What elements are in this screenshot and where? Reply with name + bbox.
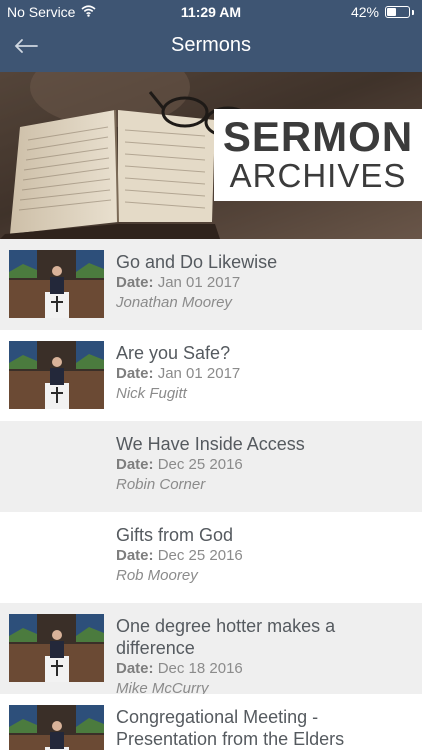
sermon-row[interactable]: We Have Inside Access Date: Dec 25 2016 Ro…: [0, 421, 422, 512]
status-bar: No Service 11:29 AM 42%: [0, 0, 422, 24]
sermon-row[interactable]: Are you Safe? Date: Jan 01 2017 Nick Fugit…: [0, 330, 422, 421]
sermon-thumbnail: [9, 705, 104, 750]
sermon-date: Date: Dec 18 2016: [116, 660, 243, 677]
sermon-speaker: Jonathan Moorey: [116, 294, 232, 311]
banner-title: SERMON: [222, 113, 414, 160]
sermon-date: Date: Dec 25 2016: [116, 547, 243, 564]
sermon-date: Date: Jan 01 2017: [116, 365, 241, 382]
sermon-speaker: Rob Moorey: [116, 567, 198, 584]
sermon-date: Date: Jan 01 2017: [116, 274, 241, 291]
sermon-date: Date: Dec 25 2016: [116, 456, 243, 473]
banner-label: SERMON ARCHIVES: [214, 109, 422, 201]
page-title: Sermons: [170, 34, 252, 56]
sermon-archives-banner: SERMON ARCHIVES: [0, 72, 422, 239]
sermon-speaker: Robin Corner: [116, 476, 206, 493]
sermon-list: Go and Do Likewise Date: Jan 01 2017 Jonat…: [0, 239, 422, 750]
battery-indicator: 42%: [351, 4, 414, 20]
battery-percent: 42%: [350, 4, 379, 20]
app-header: No Service 11:29 AM 42% Sermons: [0, 0, 422, 72]
sermon-title: We Have Inside Access: [116, 434, 305, 454]
sermon-row[interactable]: Congregational Meeting - Presentation fr…: [0, 694, 422, 750]
sermon-row[interactable]: Go and Do Likewise Date: Jan 01 2017 Jonat…: [0, 239, 422, 330]
sermon-row[interactable]: One degree hotter makes a difference Date…: [0, 603, 422, 697]
sermon-title: Are you Safe?: [116, 343, 231, 363]
sermon-title: Congregational Meeting - Presentation fr…: [116, 707, 345, 749]
sermon-title: One degree hotter makes a difference: [116, 616, 336, 658]
sermon-title: Go and Do Likewise: [116, 252, 278, 272]
battery-icon: [385, 6, 410, 18]
sermon-speaker: Nick Fugitt: [116, 385, 187, 402]
navigation-bar: Sermons: [0, 24, 422, 72]
sermon-row[interactable]: Gifts from God Date: Dec 25 2016 Rob Moore…: [0, 512, 422, 603]
sermon-thumbnail: [9, 341, 104, 409]
banner-subtitle: ARCHIVES: [229, 157, 407, 194]
sermon-thumbnail: [9, 614, 104, 682]
sermon-title: Gifts from God: [116, 525, 234, 545]
sermon-thumbnail: [9, 250, 104, 318]
